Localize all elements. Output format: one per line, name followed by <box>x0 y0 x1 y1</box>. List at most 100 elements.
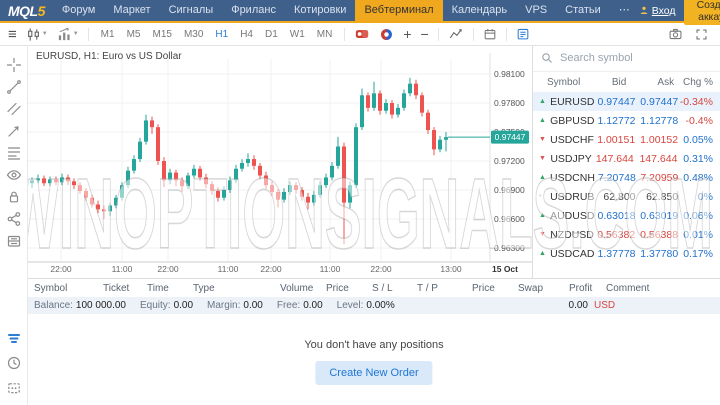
timeframe-w1[interactable]: W1 <box>287 27 308 42</box>
market-watch-row[interactable]: ▲AUDUSD0.630180.630190.06% <box>533 206 720 225</box>
add-indicator-button[interactable] <box>448 27 464 41</box>
calendar-button[interactable] <box>483 27 497 41</box>
share-button[interactable] <box>3 209 25 228</box>
arrow-up-icon: ▲ <box>539 117 550 124</box>
search-symbol-input[interactable] <box>558 51 702 65</box>
symbol-cell: USDCNH <box>550 172 595 184</box>
screen-record-button[interactable] <box>354 27 370 41</box>
timeframe-m30[interactable]: M30 <box>181 27 206 42</box>
chevron-down-icon: ▼ <box>73 31 79 37</box>
empty-positions-text: You don't have any positions <box>28 339 720 351</box>
fullscreen-button[interactable] <box>695 28 708 41</box>
market-watch-row[interactable]: ▼NZDUSD0.563820.563880.01% <box>533 225 720 244</box>
nav-item-9[interactable]: ⋯ <box>610 0 639 21</box>
indicators-button[interactable]: ▼ <box>57 27 79 42</box>
trade-icon <box>6 330 22 346</box>
signup-button[interactable]: Создать аккаунт <box>684 0 720 25</box>
nav-item-0[interactable]: Форум <box>53 0 104 21</box>
mql5-webterminal: MQL5 ФорумМаркетСигналыФрилансКотировкиВ… <box>0 0 720 405</box>
arrow-down-icon: ▼ <box>539 231 550 238</box>
toolbar-right <box>668 27 712 41</box>
y-axis-label: 0.96900 <box>494 185 525 195</box>
timeframe-h1[interactable]: H1 <box>212 27 231 42</box>
login-link[interactable]: Вход <box>639 5 676 17</box>
timeframe-group: M1 M5 M15 M30 H1 H4 D1 W1 MN <box>98 27 336 42</box>
market-watch-row[interactable]: ▼USDCHF1.001511.001520.05% <box>533 130 720 149</box>
market-watch-rows: ▲EURUSD0.974470.97447-0.34%▲GBPUSD1.1277… <box>533 92 720 263</box>
y-axis-label: 0.96600 <box>494 214 525 224</box>
fullscreen-icon <box>695 28 708 41</box>
candlestick-chart[interactable]: 0.981000.978000.975000.972000.969000.966… <box>28 45 532 278</box>
menu-button[interactable]: ≡ <box>8 27 17 42</box>
mw-header-0: Symbol <box>539 77 580 88</box>
create-new-order-button[interactable]: Create New Order <box>315 361 432 385</box>
chart-area[interactable]: EURUSD, H1: Euro vs US Dollar 0.981000.9… <box>28 45 532 278</box>
balance-value: 0.00 <box>303 300 322 311</box>
timeframe-mn[interactable]: MN <box>314 27 336 42</box>
symbol-cell: AUDUSD <box>550 210 594 222</box>
positions-header-4: Volume <box>280 283 313 294</box>
positions-header-3: Type <box>193 283 215 294</box>
nav-item-8[interactable]: Статьи <box>556 0 610 21</box>
market-watch-row[interactable]: ▲USDCNH7.207487.209590.48% <box>533 168 720 187</box>
nav-item-6[interactable]: Календарь <box>443 0 517 21</box>
chart-type-button[interactable]: ▼ <box>26 27 48 42</box>
profit-value: 0.00 <box>528 300 588 311</box>
top-navigation: MQL5 ФорумМаркетСигналыФрилансКотировкиВ… <box>0 0 720 23</box>
positions-header-10: Profit <box>569 283 592 294</box>
objects-box-button[interactable] <box>3 378 25 397</box>
timeframe-m1[interactable]: M1 <box>98 27 118 42</box>
market-watch-row[interactable]: ▲GBPUSD1.127721.12778-0.4% <box>533 111 720 130</box>
symbol-cell: USDCHF <box>550 134 594 146</box>
bid-cell: 147.644 <box>592 153 634 165</box>
chart-title: EURUSD, H1: Euro vs US Dollar <box>36 51 182 62</box>
fibonacci-button[interactable] <box>3 143 25 162</box>
timeframe-m5[interactable]: M5 <box>124 27 144 42</box>
nav-item-4[interactable]: Котировки <box>285 0 356 21</box>
balance-item-1: Equity:0.00 <box>140 300 193 311</box>
balance-row: Balance:100 000.00Equity:0.00Margin:0.00… <box>28 297 720 314</box>
flat-dot-icon: • <box>539 193 550 200</box>
zoom-in-button[interactable]: + <box>403 27 411 41</box>
balance-item-2: Margin:0.00 <box>207 300 263 311</box>
timeframe-d1[interactable]: D1 <box>262 27 281 42</box>
mql5-logo[interactable]: MQL5 <box>8 3 45 19</box>
history-button[interactable] <box>3 353 25 372</box>
balance-value: 0.00 <box>243 300 262 311</box>
market-watch-row[interactable]: •USDRUB62.80062.8500% <box>533 187 720 206</box>
news-button[interactable] <box>516 27 530 41</box>
nav-item-7[interactable]: VPS <box>516 0 556 21</box>
bid-cell: 1.00151 <box>594 134 635 146</box>
panels-button[interactable] <box>3 231 25 250</box>
nav-right-cluster: Вход Создать аккаунт <box>639 0 720 25</box>
symbol-search <box>533 45 720 72</box>
pie-timer-button[interactable] <box>379 27 394 42</box>
market-watch-row[interactable]: ▲USDCAD1.377781.377800.17% <box>533 244 720 263</box>
timeframe-h4[interactable]: H4 <box>237 27 256 42</box>
timeframe-m15[interactable]: M15 <box>149 27 174 42</box>
zoom-out-button[interactable]: − <box>421 27 429 41</box>
lock-button[interactable] <box>3 187 25 206</box>
positions-header-8: Price <box>472 283 495 294</box>
trendline-icon <box>6 79 22 95</box>
crosshair-button[interactable] <box>3 55 25 74</box>
chg-cell: 0% <box>678 191 715 203</box>
nav-item-3[interactable]: Фриланс <box>222 0 285 21</box>
eye-icon <box>6 167 22 183</box>
channel-button[interactable] <box>3 99 25 118</box>
trade-panel-button[interactable] <box>3 328 25 347</box>
x-axis-label: 13:00 <box>440 264 462 274</box>
toolbar-separator <box>88 28 89 41</box>
trendline-button[interactable] <box>3 77 25 96</box>
nav-item-5[interactable]: Вебтерминал <box>355 0 442 21</box>
market-watch-row[interactable]: ▲EURUSD0.974470.97447-0.34% <box>533 92 720 111</box>
nav-item-1[interactable]: Маркет <box>104 0 159 21</box>
chg-cell: -0.4% <box>678 115 715 127</box>
mw-header-2: Ask <box>626 77 674 88</box>
market-watch-header: SymbolBidAskChg % <box>533 72 720 92</box>
market-watch-row[interactable]: ▼USDJPY147.644147.6440.31% <box>533 149 720 168</box>
ray-button[interactable] <box>3 121 25 140</box>
nav-item-2[interactable]: Сигналы <box>160 0 223 21</box>
show-objects-button[interactable] <box>3 165 25 184</box>
screenshot-button[interactable] <box>668 27 683 41</box>
